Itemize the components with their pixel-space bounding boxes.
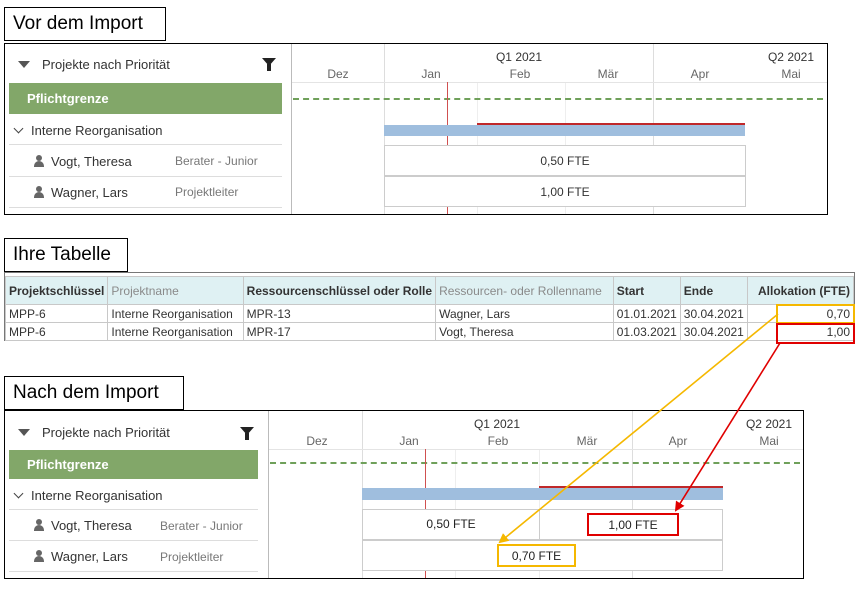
filter-icon[interactable] [240, 427, 254, 440]
project-label: Interne Reorganisation [31, 122, 163, 138]
table-cell[interactable]: Interne Reorganisation [107, 304, 244, 323]
month-label: Jan [399, 434, 419, 448]
table-cell[interactable]: MPR-13 [242, 304, 437, 323]
chevron-down-icon[interactable] [13, 488, 24, 498]
person-icon [33, 550, 45, 562]
gantt-before: Projekte nach Priorität Pflichtgrenze In… [4, 43, 828, 215]
section-label-table: Ihre Tabelle [4, 238, 128, 272]
table-cell[interactable]: Vogt, Theresa [435, 322, 614, 341]
project-row[interactable]: Interne Reorganisation [13, 122, 163, 138]
person-icon [33, 186, 45, 198]
resource-role: Berater - Junior [160, 519, 243, 533]
chevron-down-icon[interactable] [13, 123, 24, 133]
table-header: Projektschlüssel [4, 276, 109, 305]
table-cell[interactable]: MPP-6 [4, 322, 109, 341]
table-cell[interactable]: Wagner, Lars [435, 304, 614, 323]
resource-role: Projektleiter [160, 550, 224, 564]
import-table: Projektschlüssel Projektname Ressourcens… [4, 276, 855, 341]
milestone-line [270, 462, 800, 464]
section-label-before: Vor dem Import [4, 7, 166, 41]
section-label-after: Nach dem Import [4, 376, 184, 410]
table-cell[interactable]: 30.04.2021 [679, 322, 748, 341]
table-cell[interactable]: MPR-17 [242, 322, 437, 341]
collapse-triangle-icon[interactable] [18, 428, 30, 436]
group-header[interactable]: Projekte nach Priorität [18, 424, 170, 440]
resource-row-wagner[interactable]: Wagner, Lars [33, 548, 128, 564]
filter-icon[interactable] [262, 58, 276, 71]
project-row[interactable]: Interne Reorganisation [13, 487, 163, 503]
quarter-label: Q2 2021 [745, 417, 793, 431]
milestone-row-label: Pflichtgrenze [9, 450, 258, 479]
resource-name: Vogt, Theresa [51, 153, 132, 169]
milestone-row-label: Pflichtgrenze [9, 83, 282, 114]
group-header[interactable]: Projekte nach Priorität [18, 56, 170, 72]
quarter-label: Q1 2021 [495, 50, 543, 64]
person-icon [33, 519, 45, 531]
table-header: Start [612, 276, 681, 305]
highlight-box-red-cell [776, 323, 855, 344]
month-label: Dez [327, 67, 349, 81]
month-label: Apr [690, 67, 710, 81]
month-label: Mai [781, 67, 801, 81]
resource-row-vogt[interactable]: Vogt, Theresa [33, 517, 132, 533]
table-header: Projektname [107, 276, 244, 305]
month-label: Apr [668, 434, 688, 448]
project-bar[interactable] [384, 125, 745, 136]
allocation-value-vogt-2[interactable]: 1,00 FTE [587, 513, 679, 536]
project-bar[interactable] [362, 488, 723, 500]
table-header-row: Projektschlüssel Projektname Ressourcens… [4, 276, 855, 305]
person-icon [33, 155, 45, 167]
table-cell[interactable]: 30.04.2021 [679, 304, 748, 323]
table-cell[interactable]: 01.03.2021 [612, 322, 681, 341]
resource-role: Berater - Junior [175, 154, 258, 168]
table-header: Ressourcen- oder Rollenname [435, 276, 614, 305]
collapse-triangle-icon[interactable] [18, 60, 30, 68]
allocation-bar-vogt[interactable]: 0,50 FTE [384, 145, 746, 176]
milestone-line [293, 98, 823, 100]
gantt-after: Projekte nach Priorität Pflichtgrenze In… [4, 410, 804, 579]
month-label: Dez [306, 434, 328, 448]
resource-name: Vogt, Theresa [51, 517, 132, 533]
gantt-left-panel: Projekte nach Priorität Pflichtgrenze In… [5, 411, 269, 578]
table-row: MPP-6 Interne Reorganisation MPR-17 Vogt… [4, 322, 855, 341]
month-label: Mär [597, 67, 619, 81]
table-row: MPP-6 Interne Reorganisation MPR-13 Wagn… [4, 304, 855, 323]
month-label: Mär [576, 434, 598, 448]
quarter-label: Q2 2021 [767, 50, 815, 64]
table-cell[interactable]: MPP-6 [4, 304, 109, 323]
resource-name: Wagner, Lars [51, 548, 128, 564]
allocation-value-vogt-1: 0,50 FTE [426, 517, 476, 531]
month-label: Feb [509, 67, 531, 81]
quarter-label: Q1 2021 [473, 417, 521, 431]
project-label: Interne Reorganisation [31, 487, 163, 503]
month-label: Mai [759, 434, 779, 448]
highlight-box-yellow-cell [776, 304, 855, 324]
table-header: Ressourcenschlüssel oder Rolle [242, 276, 437, 305]
allocation-value-wagner[interactable]: 0,70 FTE [497, 544, 576, 567]
month-label: Jan [421, 67, 441, 81]
resource-name: Wagner, Lars [51, 184, 128, 200]
group-label: Projekte nach Priorität [42, 56, 170, 72]
resource-row-vogt[interactable]: Vogt, Theresa [33, 153, 132, 169]
allocation-bar-wagner[interactable]: 1,00 FTE [384, 176, 746, 207]
resource-role: Projektleiter [175, 185, 239, 199]
table-cell[interactable]: Interne Reorganisation [107, 322, 244, 341]
group-label: Projekte nach Priorität [42, 424, 170, 440]
table-header: Allokation (FTE) [746, 276, 855, 305]
resource-row-wagner[interactable]: Wagner, Lars [33, 184, 128, 200]
month-label: Feb [487, 434, 509, 448]
table-header: Ende [679, 276, 748, 305]
gantt-left-panel: Projekte nach Priorität Pflichtgrenze In… [5, 44, 292, 214]
table-cell[interactable]: 01.01.2021 [612, 304, 681, 323]
